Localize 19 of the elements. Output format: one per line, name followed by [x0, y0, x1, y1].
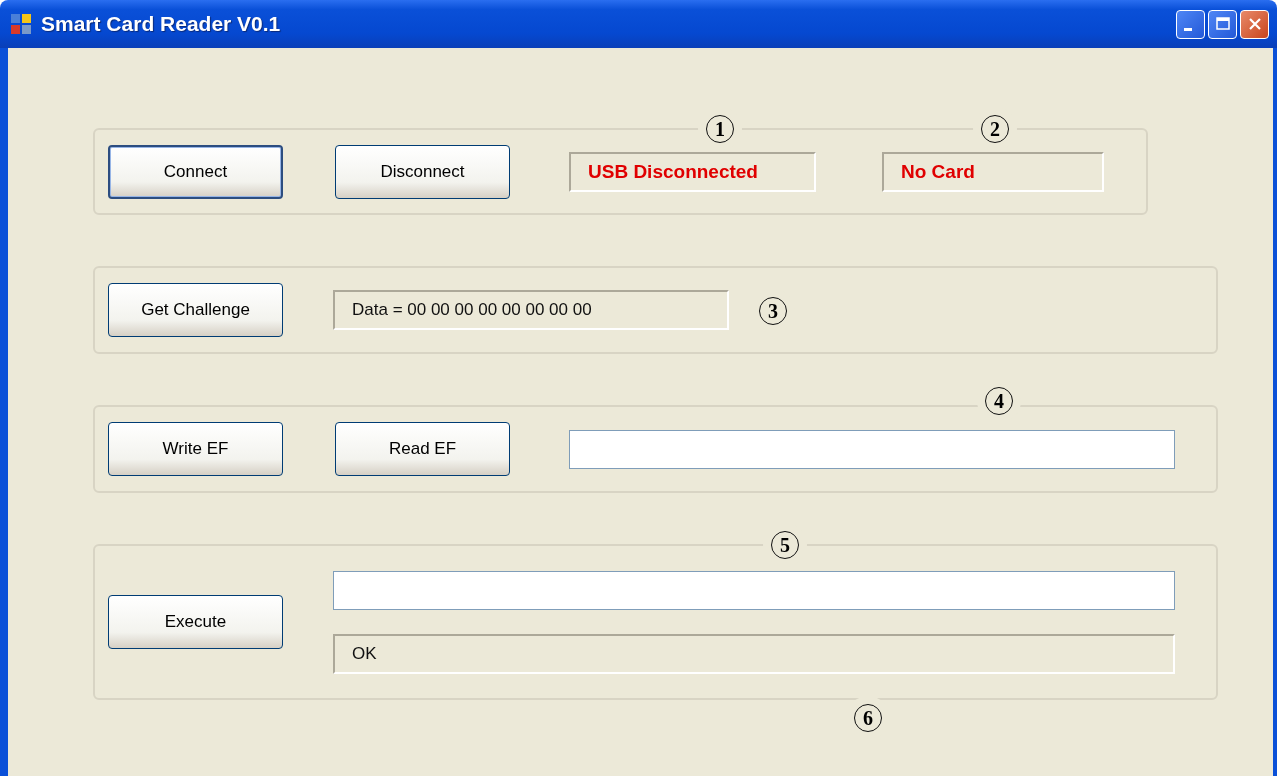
window-title: Smart Card Reader V0.1 [41, 12, 281, 36]
close-button[interactable] [1240, 9, 1269, 39]
maximize-icon [1213, 15, 1232, 33]
button[interactable]: Connect [108, 144, 283, 199]
minimize-button[interactable] [1176, 9, 1205, 39]
input-field[interactable] [333, 570, 1175, 610]
button[interactable]: Write EF [108, 422, 283, 476]
button[interactable]: Get Challenge [108, 283, 283, 337]
status-label: USB Disconnected [569, 151, 816, 192]
status-label: Data = 00 00 00 00 00 00 00 00 [333, 290, 729, 330]
button[interactable]: Disconnect [335, 144, 510, 199]
app-icon [10, 13, 32, 35]
status-label: OK [333, 633, 1175, 674]
button[interactable]: Execute [108, 595, 283, 649]
input-field[interactable] [569, 429, 1175, 469]
status-label: No Card [882, 151, 1104, 192]
minimize-icon [1183, 27, 1192, 31]
maximize-button[interactable] [1208, 9, 1237, 39]
button[interactable]: Read EF [335, 422, 510, 476]
